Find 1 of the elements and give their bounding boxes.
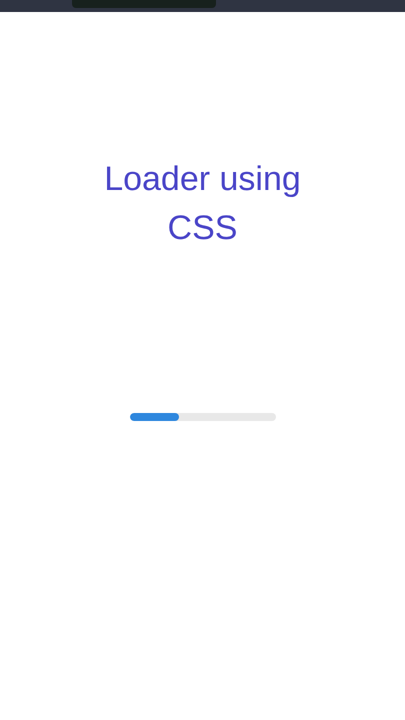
page-title: Loader using CSS (103, 159, 302, 249)
